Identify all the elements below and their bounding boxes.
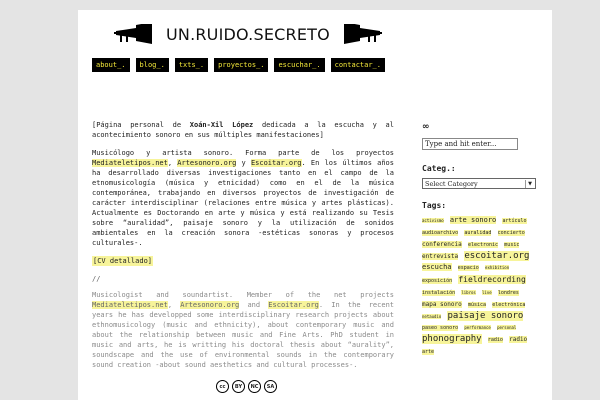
site-title[interactable]: UN.RUIDO.SECRETO <box>166 25 330 44</box>
link-mediateletipos[interactable]: Mediateletipos.net <box>92 159 168 167</box>
infinity-icon: ∞ <box>422 122 430 132</box>
tag-link[interactable]: electrónica <box>492 302 526 308</box>
tag-link[interactable]: live <box>482 290 492 295</box>
tag-link[interactable]: arte <box>422 349 435 355</box>
tag-link[interactable]: activismo <box>422 218 444 223</box>
author-name: Xoán-Xil López <box>189 121 254 129</box>
tag-link[interactable]: música <box>467 302 487 308</box>
megaphone-right-icon <box>338 24 382 44</box>
tag-link[interactable]: radio <box>509 336 528 343</box>
tag-link[interactable]: artículo <box>502 218 527 224</box>
main-nav: about_. blog_. txts_. proyectos_. escuch… <box>92 58 385 72</box>
attribution-icon: BY <box>232 380 245 393</box>
tag-link[interactable]: concierto <box>497 230 525 236</box>
sidebar: ∞ Type and hit enter... Categ.: Select C… <box>422 122 542 358</box>
tag-link[interactable]: audioarchivo <box>422 230 459 236</box>
nav-about[interactable]: about_. <box>92 58 130 72</box>
tag-link[interactable]: libros <box>461 290 476 295</box>
bio-english: Musicologist and soundartist. Member of … <box>92 291 394 369</box>
nav-blog[interactable]: blog_. <box>135 58 169 72</box>
tag-link[interactable]: instalación <box>422 290 456 296</box>
link-mediateletipos-en[interactable]: Mediateletipos.net <box>92 301 168 309</box>
tag-link[interactable]: fieldrecording <box>458 275 526 284</box>
cv-link[interactable]: [CV detallado] <box>92 256 154 266</box>
megaphone-left-icon <box>114 24 158 44</box>
tag-link[interactable]: espacio <box>457 265 479 271</box>
chevron-down-icon: ▼ <box>525 179 534 188</box>
nav-txts[interactable]: txts_. <box>174 58 209 72</box>
tag-link[interactable]: exposición <box>422 278 453 284</box>
tag-link[interactable]: exhibition <box>485 265 510 270</box>
page-container: UN.RUIDO.SECRETO about_. blog_. txts_. p… <box>78 10 552 400</box>
link-artesonoro-en[interactable]: Artesonoro.org <box>180 301 240 309</box>
tags-heading: Tags: <box>422 201 447 210</box>
bio-spanish: Musicólogo y artista sonoro. Forma parte… <box>92 149 394 247</box>
tag-link[interactable]: electronic <box>467 242 499 248</box>
tag-link[interactable]: escoitar.org <box>464 251 530 261</box>
tag-link[interactable]: entrevista <box>422 253 459 260</box>
noncommercial-icon: NC <box>248 380 261 393</box>
tag-link[interactable]: performance <box>464 325 491 330</box>
tag-link[interactable]: paseo sonoro <box>422 325 459 331</box>
tag-link[interactable]: music <box>504 242 520 248</box>
creative-commons-license[interactable]: cc BY NC SA <box>216 380 277 393</box>
nav-escuchar[interactable]: escuchar_. <box>274 58 325 72</box>
tag-link[interactable]: mapa sonoro <box>422 301 462 308</box>
tag-link[interactable]: netaudio <box>422 314 442 319</box>
tag-cloud: activismo arte sonoro artículo audioarch… <box>422 215 542 358</box>
tag-link[interactable]: arte sonoro <box>449 216 497 224</box>
tag-link[interactable]: conferencia <box>422 241 462 248</box>
tag-link[interactable]: auralidad <box>464 230 492 236</box>
nav-contactar[interactable]: contactar_. <box>330 58 385 72</box>
divider: // <box>92 275 101 283</box>
link-escoitar[interactable]: Escoitar.org <box>250 159 302 167</box>
main-content: [Página personal de Xoán-Xil López dedic… <box>92 120 394 378</box>
link-artesonoro[interactable]: Artesonoro.org <box>177 159 237 167</box>
cc-icon: cc <box>216 380 229 393</box>
link-escoitar-en[interactable]: Escoitar.org <box>268 301 319 309</box>
tag-link[interactable]: escucha <box>422 263 452 271</box>
categories-heading: Categ.: <box>422 164 456 173</box>
tag-link[interactable]: radio <box>487 337 503 343</box>
search-input[interactable]: Type and hit enter... <box>422 138 518 150</box>
category-select[interactable]: Select Category ▼ <box>422 178 536 189</box>
tag-link[interactable]: phonography <box>422 334 482 344</box>
tag-link[interactable]: paisaje sonoro <box>447 311 524 321</box>
site-header: UN.RUIDO.SECRETO <box>114 24 382 44</box>
tag-link[interactable]: personal <box>497 325 517 330</box>
intro-paragraph: [Página personal de Xoán-Xil López dedic… <box>92 121 394 139</box>
nav-proyectos[interactable]: proyectos_. <box>214 58 269 72</box>
sharealike-icon: SA <box>264 380 277 393</box>
tag-link[interactable]: londres <box>497 290 519 296</box>
